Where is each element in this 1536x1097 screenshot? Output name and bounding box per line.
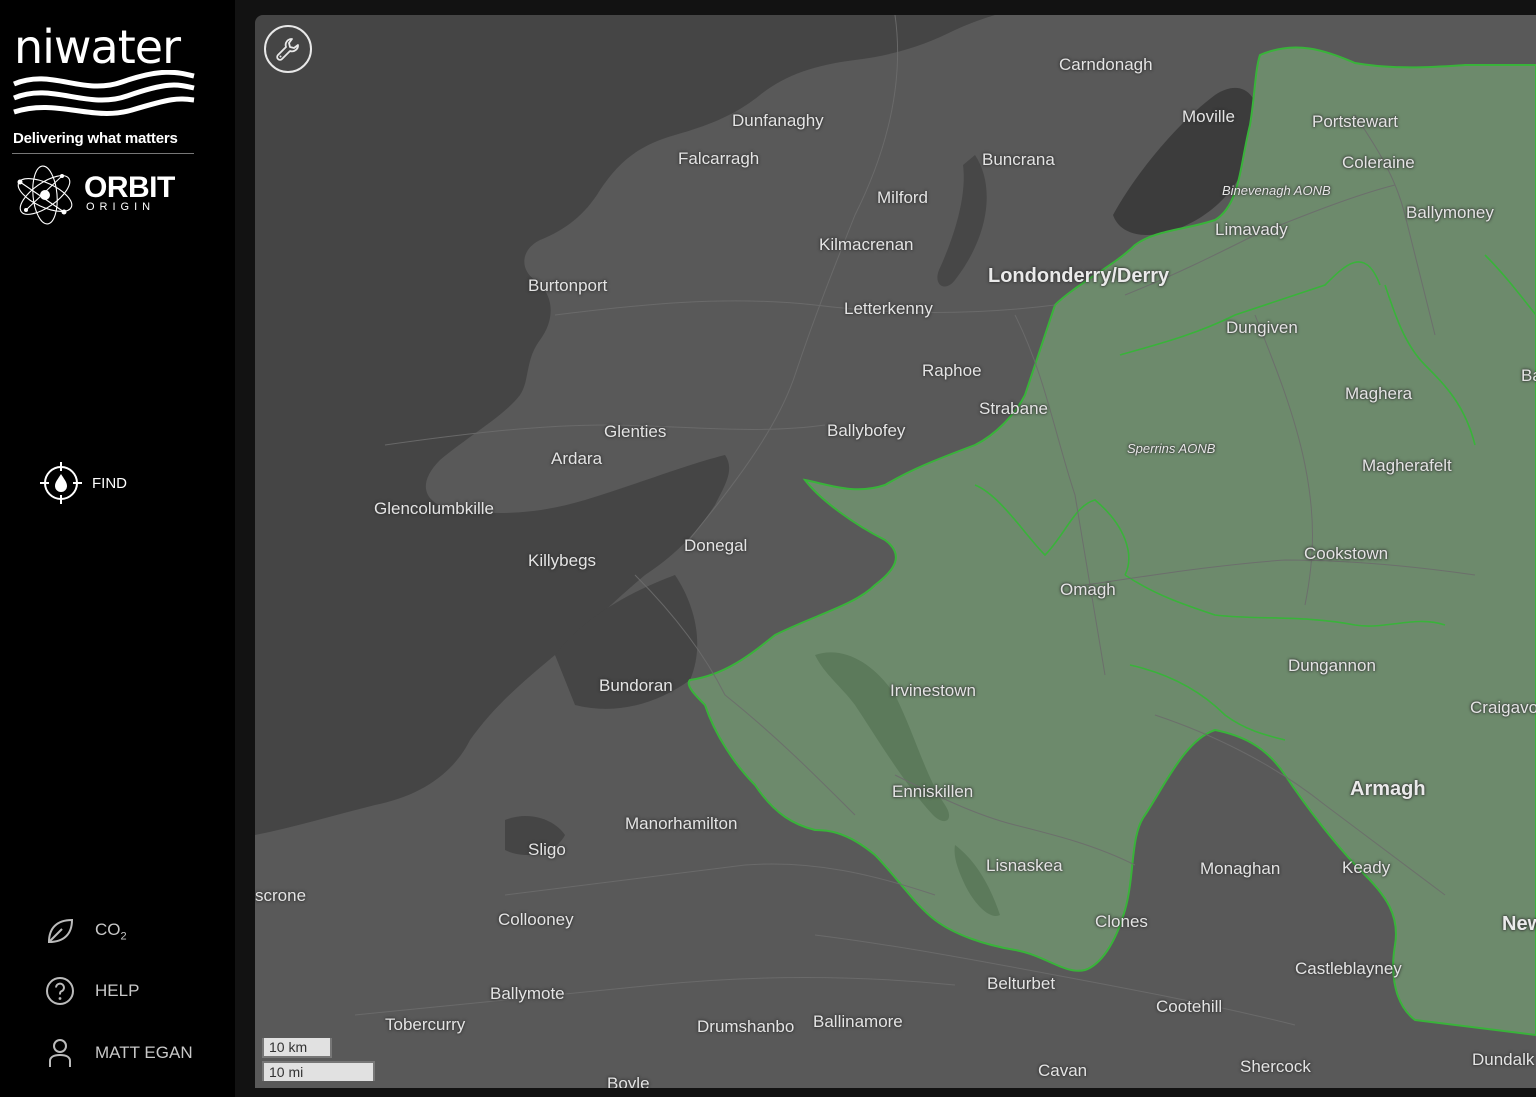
orbit-logo-subtext: ORIGIN: [86, 201, 156, 213]
place-label: Moville: [1182, 107, 1235, 126]
city-label: New: [1502, 913, 1536, 935]
co2-button[interactable]: CO2: [44, 915, 127, 947]
niwater-logo-text: niwater: [14, 20, 181, 74]
place-label: Milford: [877, 188, 929, 207]
place-label: Burtonport: [528, 276, 608, 295]
place-label: Dundalk: [1472, 1050, 1535, 1069]
place-label: Irvinestown: [890, 681, 976, 700]
leaf-icon: [44, 915, 76, 947]
find-button[interactable]: FIND: [40, 462, 127, 504]
place-label: Killybegs: [528, 551, 597, 570]
co2-label: CO2: [95, 919, 127, 943]
place-label: Raphoe: [922, 361, 982, 380]
place-label: Ardara: [551, 449, 603, 468]
place-label: Coleraine: [1342, 153, 1415, 172]
map-view[interactable]: Carndonagh Dunfanaghy Falcarragh Moville…: [255, 15, 1536, 1088]
place-label: Sligo: [528, 840, 566, 859]
place-label: Ballinamore: [813, 1012, 903, 1031]
place-label: Ba: [1521, 366, 1536, 385]
map-tools-button[interactable]: [264, 25, 312, 73]
crosshair-drop-icon: [40, 462, 82, 504]
find-label: FIND: [92, 474, 127, 492]
user-icon: [44, 1037, 76, 1069]
place-label: Buncrana: [982, 150, 1055, 169]
brand-tagline: Delivering what matters: [13, 130, 178, 147]
place-label: Letterkenny: [844, 299, 933, 318]
place-label: Belturbet: [987, 974, 1056, 993]
place-label: Enniskillen: [892, 782, 974, 801]
city-label: Armagh: [1350, 778, 1426, 800]
place-label: Strabane: [979, 399, 1048, 418]
scale-bar-mi: 10 mi: [262, 1061, 375, 1081]
help-button[interactable]: HELP: [44, 975, 139, 1007]
orbit-logo-text: ORBIT: [84, 171, 175, 204]
wrench-icon: [276, 38, 299, 61]
place-label: Monaghan: [1200, 859, 1281, 878]
aonb-label: Sperrins AONB: [1127, 441, 1216, 456]
orbit-atom-icon: [17, 165, 73, 225]
place-label: Maghera: [1345, 384, 1413, 403]
place-label: Ballymote: [490, 984, 565, 1003]
place-label: Dungannon: [1288, 656, 1376, 675]
place-label: Magherafelt: [1362, 456, 1452, 475]
place-label: Cookstown: [1304, 544, 1389, 563]
place-label: Cootehill: [1156, 997, 1223, 1016]
place-label: Falcarragh: [678, 149, 760, 168]
help-label: HELP: [95, 981, 140, 1000]
place-label: Dungiven: [1226, 318, 1298, 337]
place-label: Omagh: [1060, 580, 1116, 599]
place-label: Limavady: [1215, 220, 1288, 239]
place-label: Glencolumbkille: [374, 499, 494, 518]
place-label: Kilmacrenan: [819, 235, 914, 254]
place-label: scrone: [255, 886, 307, 905]
place-label: Craigavo: [1470, 698, 1536, 717]
place-label: Collooney: [498, 910, 574, 929]
place-label: Ballymoney: [1406, 203, 1494, 222]
waves-logo-icon: [13, 70, 195, 116]
place-label: Castleblayney: [1295, 959, 1402, 978]
place-label: Keady: [1342, 858, 1391, 877]
user-button[interactable]: MATT EGAN: [44, 1037, 193, 1069]
place-label: Glenties: [604, 422, 667, 441]
sidebar: niwater Delivering what matters ORBIT OR…: [0, 0, 235, 1097]
question-circle-icon: [44, 975, 76, 1007]
place-label: Cavan: [1038, 1061, 1088, 1080]
place-label: Portstewart: [1312, 112, 1398, 131]
brand-divider: [12, 153, 194, 154]
place-label: Dunfanaghy: [732, 111, 824, 130]
place-label: Clones: [1095, 912, 1148, 931]
place-label: Shercock: [1240, 1057, 1311, 1076]
city-label: Londonderry/Derry: [988, 265, 1170, 287]
place-label: Carndonagh: [1059, 55, 1153, 74]
place-label: Boyle: [607, 1074, 650, 1088]
co2-subscript: 2: [120, 930, 127, 943]
place-label: Drumshanbo: [697, 1017, 795, 1036]
place-label: Donegal: [684, 536, 748, 555]
place-label: Manorhamilton: [625, 814, 738, 833]
user-label: MATT EGAN: [95, 1043, 193, 1062]
place-label: Ballybofey: [827, 421, 906, 440]
place-label: Lisnaskea: [986, 856, 1063, 875]
place-label: Tobercurry: [385, 1015, 466, 1034]
place-label: Bundoran: [599, 676, 673, 695]
aonb-label: Binevenagh AONB: [1222, 183, 1331, 198]
scale-bar-km: 10 km: [262, 1038, 332, 1058]
